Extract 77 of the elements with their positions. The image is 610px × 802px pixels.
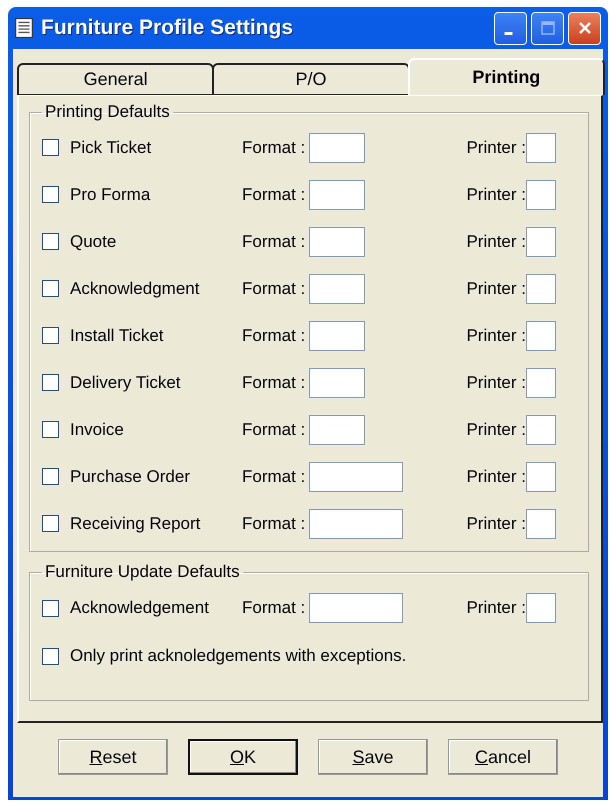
format-field[interactable]	[309, 274, 366, 304]
printer-field[interactable]	[526, 508, 556, 538]
checkbox[interactable]	[42, 374, 59, 391]
tab[interactable]: General	[17, 63, 214, 95]
maximize-button[interactable]	[531, 12, 564, 44]
option-label: Acknowledgement	[70, 598, 210, 618]
option-label: Receiving Report	[70, 514, 202, 534]
option-label: Quote	[70, 232, 118, 252]
format-label: Format :	[242, 232, 306, 252]
option-label: Invoice	[70, 420, 125, 440]
checkbox[interactable]	[42, 515, 59, 532]
tab[interactable]: Printing	[408, 58, 605, 95]
printer-field[interactable]	[526, 320, 556, 350]
format-label: Format :	[242, 138, 306, 158]
format-field[interactable]	[309, 368, 366, 398]
checkbox[interactable]	[42, 600, 59, 616]
printer-label: Printer :	[466, 184, 526, 204]
option-label: Only print acknoledgements with exceptions.	[70, 646, 406, 666]
printer-label: Printer :	[466, 326, 526, 346]
minimize-button[interactable]	[494, 12, 527, 44]
checkbox[interactable]	[42, 186, 59, 203]
printer-label: Printer :	[466, 420, 526, 440]
option-label: Install Ticket	[70, 326, 165, 346]
close-button[interactable]	[568, 12, 601, 44]
option-label: Delivery Ticket	[70, 372, 182, 392]
checkbox[interactable]	[42, 468, 59, 485]
format-field[interactable]	[309, 414, 366, 444]
format-label: Format :	[242, 372, 306, 392]
printer-field[interactable]	[526, 180, 556, 210]
group-title: Furniture Update Defaults	[44, 562, 241, 582]
format-field[interactable]	[309, 508, 404, 538]
printer-label: Printer :	[466, 598, 526, 618]
dialog-button[interactable]: OK	[188, 739, 298, 775]
printer-field[interactable]	[526, 132, 556, 162]
dialog-button[interactable]: Reset	[58, 739, 168, 775]
printer-field[interactable]	[526, 368, 556, 398]
format-field[interactable]	[309, 132, 366, 162]
checkbox[interactable]	[42, 280, 59, 297]
checkbox[interactable]	[42, 648, 59, 664]
format-label: Format :	[242, 514, 306, 534]
format-field[interactable]	[309, 180, 366, 210]
tab[interactable]: P/O	[212, 63, 410, 95]
format-label: Format :	[242, 420, 306, 440]
printer-field[interactable]	[526, 226, 556, 256]
checkbox[interactable]	[42, 139, 59, 156]
printer-field[interactable]	[526, 274, 556, 304]
printer-field[interactable]	[526, 414, 556, 444]
option-label: Pick Ticket	[70, 138, 152, 158]
dialog-button[interactable]: Cancel	[448, 739, 558, 775]
checkbox[interactable]	[42, 233, 59, 250]
format-field[interactable]	[309, 226, 366, 256]
window-title: Furniture Profile Settings	[41, 16, 294, 40]
printer-label: Printer :	[466, 514, 526, 534]
printer-field[interactable]	[526, 593, 556, 623]
document-icon	[15, 18, 33, 38]
group-title: Printing Defaults	[44, 102, 171, 122]
printer-label: Printer :	[466, 466, 526, 486]
format-label: Format :	[242, 466, 306, 486]
format-field[interactable]	[309, 320, 366, 350]
printer-label: Printer :	[466, 232, 526, 252]
checkbox[interactable]	[42, 421, 59, 438]
option-label: Acknowledgment	[70, 278, 200, 298]
option-label: Pro Forma	[70, 184, 152, 204]
minimize-icon	[504, 32, 512, 35]
format-label: Format :	[242, 278, 306, 298]
format-field[interactable]	[309, 462, 404, 492]
format-label: Format :	[242, 598, 306, 618]
printer-field[interactable]	[526, 462, 556, 492]
printer-label: Printer :	[466, 278, 526, 298]
format-label: Format :	[242, 184, 306, 204]
printer-label: Printer :	[466, 372, 526, 392]
printer-label: Printer :	[466, 138, 526, 158]
format-field[interactable]	[309, 593, 404, 623]
dialog-button[interactable]: Save	[318, 739, 428, 775]
checkbox[interactable]	[42, 327, 59, 344]
format-label: Format :	[242, 326, 306, 346]
option-label: Purchase Order	[70, 466, 191, 486]
